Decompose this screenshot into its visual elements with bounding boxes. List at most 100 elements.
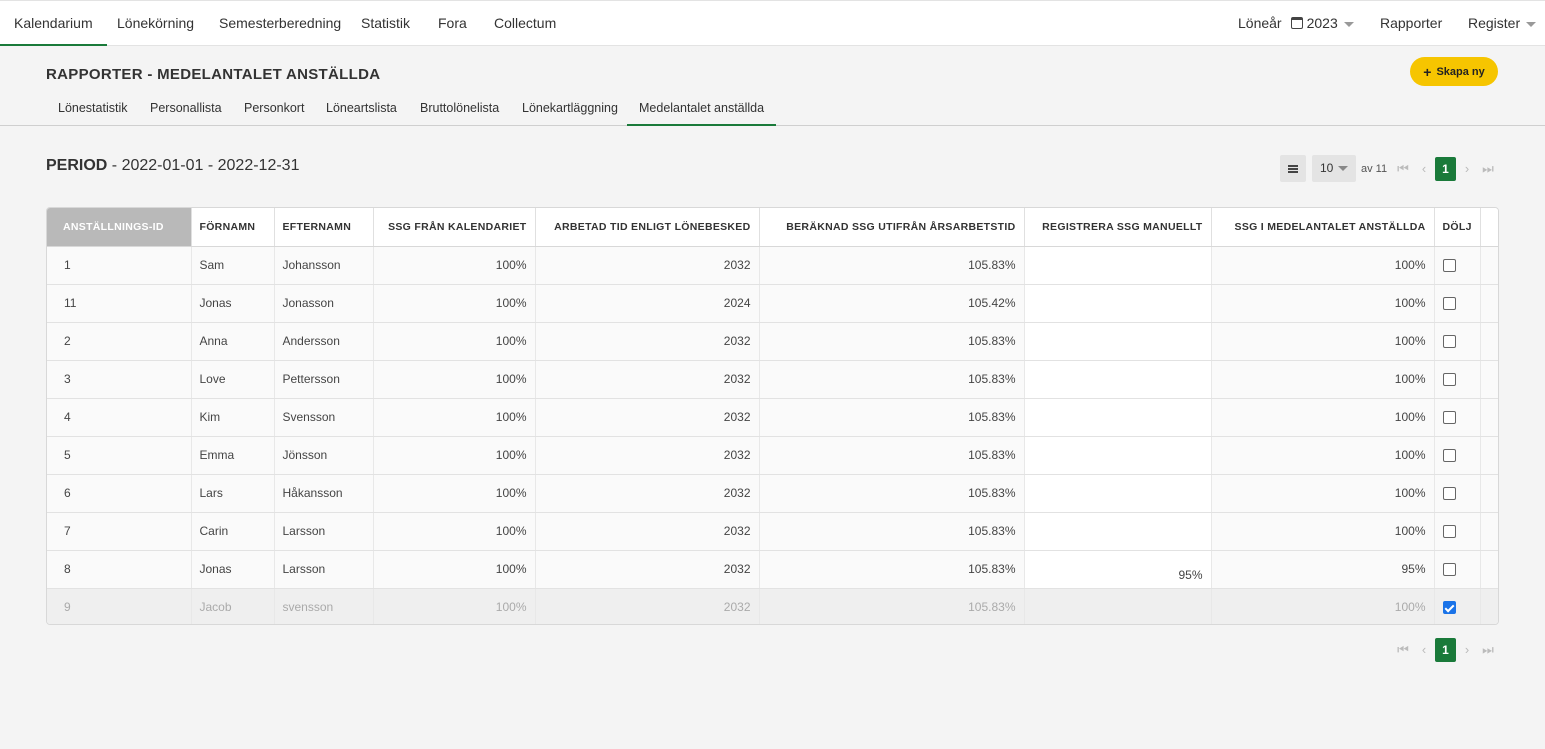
tab-lonekartlaggning[interactable]: Lönekartläggning	[510, 92, 630, 126]
current-page[interactable]: 1	[1435, 157, 1456, 181]
nav-rapporter[interactable]: Rapporter	[1366, 1, 1456, 46]
column-header-hide[interactable]: DÖLJ	[1434, 208, 1481, 247]
cell-worked-time: 2032	[535, 360, 760, 399]
cell-manual-ssg-input[interactable]	[1024, 512, 1212, 551]
column-header-worked-time[interactable]: ARBETAD TID ENLIGT LÖNEBESKED	[535, 208, 760, 247]
cell-last-name: Pettersson	[274, 360, 374, 399]
nav-register[interactable]: Register	[1454, 1, 1545, 46]
cell-manual-ssg-input[interactable]: 95%	[1024, 550, 1212, 589]
cell-calculated-ssg: 105.83%	[759, 588, 1025, 624]
tab-personallista[interactable]: Personallista	[138, 92, 234, 126]
cell-spacer	[1480, 284, 1498, 323]
tab-loneartslista[interactable]: Löneartslista	[314, 92, 409, 126]
cell-spacer	[1480, 398, 1498, 437]
column-header-manual-ssg[interactable]: REGISTRERA SSG MANUELLT	[1024, 208, 1212, 247]
hide-checkbox[interactable]	[1442, 373, 1456, 387]
nav-lonekorning[interactable]: Lönekörning	[103, 1, 208, 46]
column-header-calculated-ssg[interactable]: BERÄKNAD SSG UTIFRÅN ÅRSARBETSTID	[759, 208, 1025, 247]
cell-manual-ssg-input[interactable]	[1024, 322, 1212, 361]
register-label: Register	[1468, 15, 1521, 31]
cell-calculated-ssg: 105.83%	[759, 474, 1025, 513]
first-page-icon[interactable]: ⏮	[1393, 157, 1413, 181]
cell-id: 7	[47, 512, 192, 551]
nav-semesterberedning[interactable]: Semesterberedning	[205, 1, 355, 46]
cell-manual-ssg-input[interactable]	[1024, 284, 1212, 323]
table-row: 5 Emma Jönsson 100% 2032 105.83% 100%	[47, 436, 1498, 475]
chevron-right-icon[interactable]: ›	[1457, 157, 1477, 181]
table-row: 1 Sam Johansson 100% 2032 105.83% 100%	[47, 246, 1498, 285]
hide-checkbox[interactable]	[1442, 601, 1456, 615]
create-new-button[interactable]: + Skapa ny	[1410, 57, 1498, 86]
current-page[interactable]: 1	[1435, 638, 1456, 662]
cell-manual-ssg-input[interactable]	[1024, 246, 1212, 285]
chevron-left-icon[interactable]: ‹	[1414, 638, 1434, 662]
hide-checkbox[interactable]	[1442, 297, 1456, 311]
tab-lonestatistik[interactable]: Lönestatistik	[46, 92, 139, 126]
cell-spacer	[1480, 588, 1498, 624]
last-page-icon[interactable]: ⏭	[1478, 157, 1498, 181]
hide-checkbox[interactable]	[1442, 487, 1456, 501]
cell-last-name: svensson	[274, 588, 374, 624]
tab-medelantalet-anstallda[interactable]: Medelantalet anställda	[627, 92, 777, 126]
cell-spacer	[1480, 246, 1498, 285]
cell-last-name: Svensson	[274, 398, 374, 437]
cell-ssg-average: 100%	[1211, 398, 1435, 437]
cell-spacer	[1480, 322, 1498, 361]
hide-checkbox[interactable]	[1442, 335, 1456, 349]
cell-id: 8	[47, 550, 192, 589]
plus-icon: +	[1423, 63, 1432, 80]
tab-personkort[interactable]: Personkort	[232, 92, 316, 126]
cell-hide	[1434, 284, 1481, 323]
hide-checkbox[interactable]	[1442, 525, 1456, 539]
cell-manual-ssg-input[interactable]	[1024, 436, 1212, 475]
hide-checkbox[interactable]	[1442, 259, 1456, 273]
table-row: 3 Love Pettersson 100% 2032 105.83% 100%	[47, 360, 1498, 399]
nav-fora[interactable]: Fora	[424, 1, 481, 46]
cell-worked-time: 2032	[535, 512, 760, 551]
cell-ssg-average: 100%	[1211, 588, 1435, 624]
nav-statistik[interactable]: Statistik	[347, 1, 424, 46]
cell-ssg-average: 100%	[1211, 284, 1435, 323]
cell-ssg-average: 100%	[1211, 512, 1435, 551]
last-page-icon[interactable]: ⏭	[1478, 638, 1498, 662]
column-header-ssg-average[interactable]: SSG I MEDELANTALET ANSTÄLLDA	[1211, 208, 1435, 247]
cell-ssg-average: 100%	[1211, 436, 1435, 475]
cell-ssg-calendar: 100%	[373, 360, 536, 399]
cell-manual-ssg-input[interactable]	[1024, 588, 1212, 624]
loneyear-selector[interactable]: Löneår 2023	[1224, 1, 1368, 46]
column-header-spacer	[1480, 208, 1498, 247]
cell-ssg-average: 100%	[1211, 360, 1435, 399]
cell-first-name: Anna	[191, 322, 275, 361]
page-size-select[interactable]: 10	[1312, 155, 1356, 182]
cell-last-name: Håkansson	[274, 474, 374, 513]
cell-ssg-average: 100%	[1211, 322, 1435, 361]
nav-kalendarium[interactable]: Kalendarium	[0, 1, 107, 46]
first-page-icon[interactable]: ⏮	[1393, 638, 1413, 662]
chevron-right-icon[interactable]: ›	[1457, 638, 1477, 662]
cell-ssg-average: 95%	[1211, 550, 1435, 589]
column-header-first-name[interactable]: FÖRNAMN	[191, 208, 275, 247]
tab-bruttolonelista[interactable]: Bruttolönelista	[408, 92, 511, 126]
cell-id: 4	[47, 398, 192, 437]
cell-worked-time: 2032	[535, 550, 760, 589]
cell-manual-ssg-input[interactable]	[1024, 474, 1212, 513]
column-menu-button[interactable]	[1280, 155, 1306, 182]
column-header-ssg-calendar[interactable]: SSG FRÅN KALENDARIET	[373, 208, 536, 247]
chevron-down-icon	[1343, 21, 1354, 27]
cell-manual-ssg-input[interactable]	[1024, 398, 1212, 437]
cell-manual-ssg-input[interactable]	[1024, 360, 1212, 399]
table-row: 7 Carin Larsson 100% 2032 105.83% 100%	[47, 512, 1498, 551]
hide-checkbox[interactable]	[1442, 411, 1456, 425]
nav-collectum[interactable]: Collectum	[480, 1, 570, 46]
hide-checkbox[interactable]	[1442, 563, 1456, 577]
column-header-last-name[interactable]: EFTERNAMN	[274, 208, 374, 247]
cell-spacer	[1480, 550, 1498, 589]
table-row: 4 Kim Svensson 100% 2032 105.83% 100%	[47, 398, 1498, 437]
cell-ssg-calendar: 100%	[373, 588, 536, 624]
chevron-left-icon[interactable]: ‹	[1414, 157, 1434, 181]
column-header-id[interactable]: ANSTÄLLNINGS-ID	[47, 208, 192, 247]
cell-first-name: Love	[191, 360, 275, 399]
period-range: - 2022-01-01 - 2022-12-31	[111, 157, 300, 174]
cell-last-name: Andersson	[274, 322, 374, 361]
hide-checkbox[interactable]	[1442, 449, 1456, 463]
